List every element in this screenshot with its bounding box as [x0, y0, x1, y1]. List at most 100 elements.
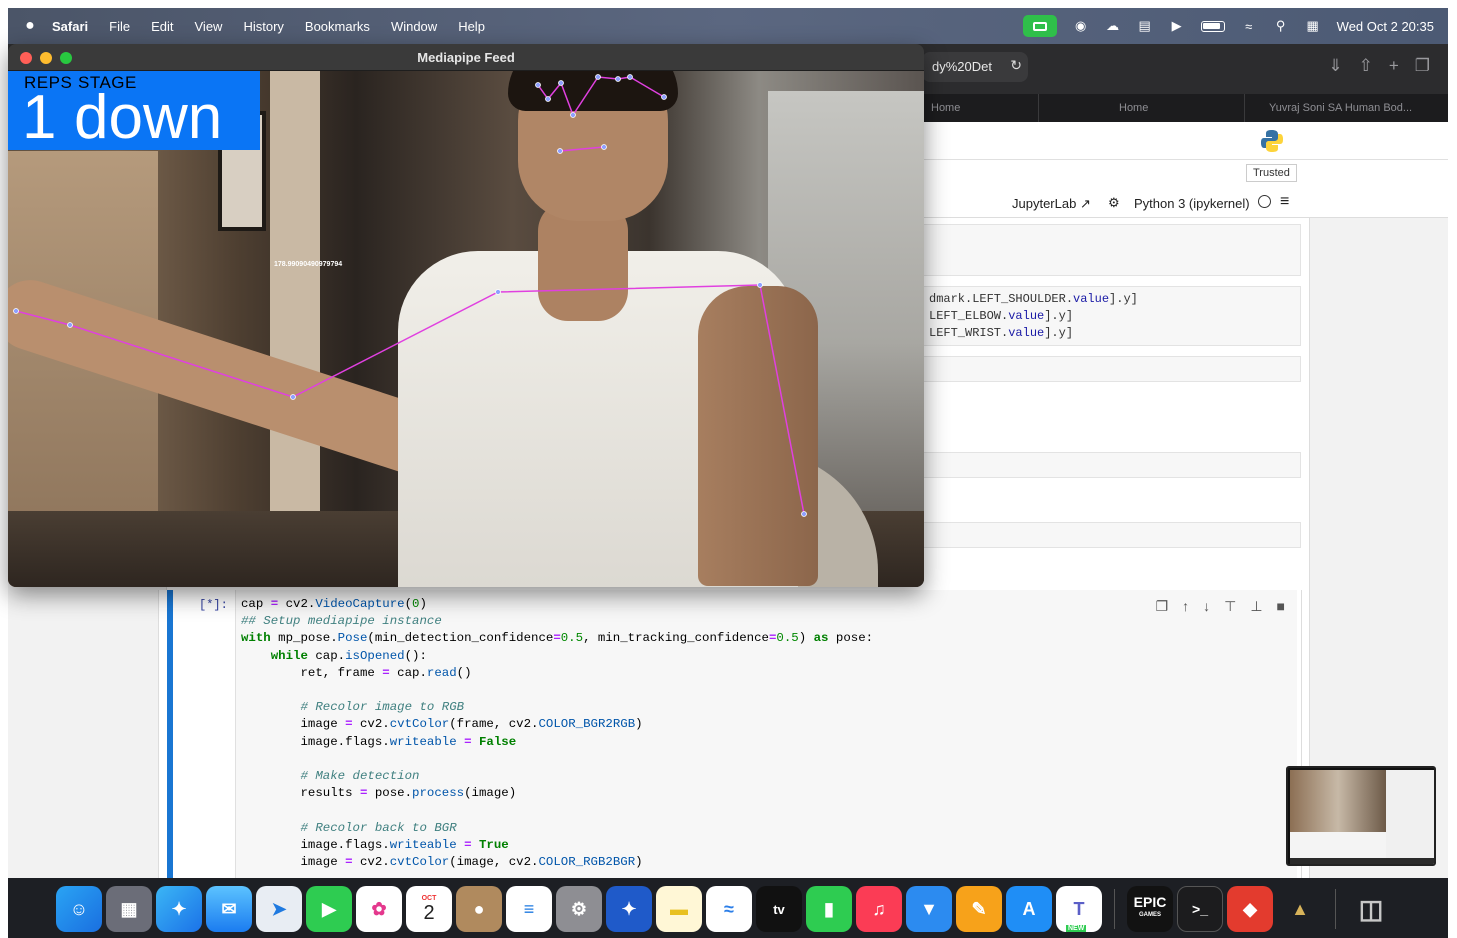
mediapipe-window[interactable]: Mediapipe Feed REPS STAGE 1 down 178.990…: [8, 44, 924, 587]
tab-home-2[interactable]: Home: [1038, 94, 1244, 122]
tab-overview-icon[interactable]: ❐: [1415, 56, 1430, 76]
insert-above-icon[interactable]: ⊤: [1224, 598, 1236, 615]
freeform-icon[interactable]: ≈: [706, 886, 752, 932]
address-text: dy%20Det: [932, 59, 992, 74]
terminal-icon[interactable]: >_: [1177, 886, 1223, 932]
safari-icon[interactable]: ✦: [156, 886, 202, 932]
new-tab-icon[interactable]: +: [1389, 56, 1399, 76]
launchpad-icon[interactable]: ▦: [106, 886, 152, 932]
epic-games-icon[interactable]: EPIC GAMES: [1127, 886, 1173, 932]
insert-below-icon[interactable]: ⊥: [1250, 598, 1262, 615]
window-titlebar[interactable]: Mediapipe Feed: [8, 44, 924, 71]
delete-cell-icon[interactable]: ■: [1277, 598, 1285, 615]
numbers-icon[interactable]: ▮: [806, 886, 852, 932]
jupyterlab-link[interactable]: JupyterLab ↗: [1012, 196, 1091, 212]
keypoint: [557, 148, 563, 154]
elbow-angle-readout: 178.99090490979794: [274, 261, 343, 268]
facetime-icon[interactable]: ▶: [306, 886, 352, 932]
duplicate-cell-icon[interactable]: ❐: [1156, 598, 1169, 615]
keypoint: [801, 511, 807, 517]
epic-sub-label: GAMES: [1138, 912, 1161, 918]
trusted-badge[interactable]: Trusted: [1246, 164, 1297, 182]
music-icon[interactable]: ♫: [856, 886, 902, 932]
thumbnail-dock: [1290, 858, 1434, 864]
jupyterlab-label: JupyterLab: [1012, 196, 1077, 211]
external-link-icon: ↗: [1079, 196, 1091, 211]
testflight-icon[interactable]: ✦: [606, 886, 652, 932]
wifi-icon[interactable]: ≈: [1241, 18, 1257, 34]
menu-edit[interactable]: Edit: [151, 19, 173, 34]
thumbnail-page: [1386, 770, 1434, 864]
maps-icon[interactable]: ➤: [256, 886, 302, 932]
mouth-connection: [559, 146, 605, 152]
tab-home-1[interactable]: Home: [920, 94, 1038, 122]
cell-selection-bar: [167, 590, 173, 878]
keypoint: [558, 80, 564, 86]
code-line: dmark.LEFT_SHOULDER.value].y]: [929, 292, 1138, 306]
cloud-icon[interactable]: ☁: [1105, 18, 1121, 34]
cell-prompt: [*]:: [199, 598, 228, 612]
menu-safari[interactable]: Safari: [52, 19, 88, 34]
menubar-clock[interactable]: Wed Oct 2 20:35: [1337, 19, 1434, 34]
keypoint: [601, 144, 607, 150]
mail-icon[interactable]: ✉: [206, 886, 252, 932]
keypoint: [535, 82, 541, 88]
download-icon[interactable]: ⇓: [1328, 56, 1342, 76]
spotlight-search-icon[interactable]: ⚲: [1273, 18, 1289, 34]
apple-menu-icon[interactable]: ●: [8, 17, 52, 35]
display-icon[interactable]: ▤: [1137, 18, 1153, 34]
python-logo-icon: [1261, 130, 1283, 152]
keypoint: [290, 394, 296, 400]
menu-view[interactable]: View: [195, 19, 223, 34]
contacts-icon[interactable]: ●: [456, 886, 502, 932]
apple-tv-icon[interactable]: tv: [756, 886, 802, 932]
tab-label: Home: [931, 102, 961, 114]
hamburger-menu-icon[interactable]: ≡: [1280, 193, 1289, 211]
keypoint: [495, 289, 501, 295]
play-icon[interactable]: ▶: [1169, 18, 1185, 34]
share-icon[interactable]: ⇧: [1359, 56, 1373, 76]
move-up-icon[interactable]: ↑: [1182, 598, 1189, 615]
code-editor[interactable]: cap = cv2.VideoCapture(0) ## Setup media…: [241, 596, 873, 871]
anydesk-icon[interactable]: ◆: [1227, 886, 1273, 932]
kernel-name[interactable]: Python 3 (ipykernel): [1134, 196, 1250, 211]
settings-gear-icon[interactable]: ⚙: [1108, 195, 1120, 211]
finder-icon[interactable]: ☺: [56, 886, 102, 932]
menu-help[interactable]: Help: [458, 19, 485, 34]
reps-stage-box: REPS STAGE 1 down: [8, 71, 260, 152]
menu-window[interactable]: Window: [391, 19, 437, 34]
keynote-icon[interactable]: ▼: [906, 886, 952, 932]
active-code-cell[interactable]: [*]: cap = cv2.VideoCapture(0) ## Setup …: [158, 590, 1302, 878]
photos-icon[interactable]: ✿: [356, 886, 402, 932]
pages-icon[interactable]: ✎: [956, 886, 1002, 932]
battery-icon[interactable]: [1200, 20, 1225, 32]
menu-bookmarks[interactable]: Bookmarks: [305, 19, 370, 34]
keypoint: [67, 322, 73, 328]
system-settings-icon[interactable]: ⚙: [556, 886, 602, 932]
epic-label: EPIC: [1133, 894, 1167, 910]
screenshot-thumbnail[interactable]: [1286, 766, 1436, 866]
control-center-icon[interactable]: ▦: [1305, 18, 1321, 34]
calendar-day: 2: [423, 901, 435, 924]
move-down-icon[interactable]: ↓: [1203, 598, 1210, 615]
inkscape-icon[interactable]: ▲: [1277, 886, 1323, 932]
thumbnail-feed: [1290, 770, 1386, 832]
address-bar[interactable]: dy%20Det ↻: [922, 52, 1028, 82]
camera-feed: REPS STAGE 1 down 178.99090490979794: [8, 71, 924, 587]
app-store-icon[interactable]: A: [1006, 886, 1052, 932]
keypoint: [661, 94, 667, 100]
grammarly-icon[interactable]: ◉: [1073, 18, 1089, 34]
camera-in-use-icon[interactable]: [1022, 15, 1057, 37]
reminders-icon[interactable]: ≡: [506, 886, 552, 932]
reload-icon[interactable]: ↻: [1010, 57, 1022, 74]
teams-icon[interactable]: T NEW: [1056, 886, 1102, 932]
calendar-icon[interactable]: OCT 2: [406, 886, 452, 932]
tab-yuvraj[interactable]: Yuvraj Soni SA Human Bod...: [1244, 94, 1448, 122]
reps-count: 1: [22, 83, 57, 152]
notes-icon[interactable]: ▬: [656, 886, 702, 932]
menu-history[interactable]: History: [243, 19, 283, 34]
menu-file[interactable]: File: [109, 19, 130, 34]
keypoint: [545, 96, 551, 102]
keypoint: [615, 76, 621, 82]
trash-icon[interactable]: ◫: [1348, 886, 1394, 932]
